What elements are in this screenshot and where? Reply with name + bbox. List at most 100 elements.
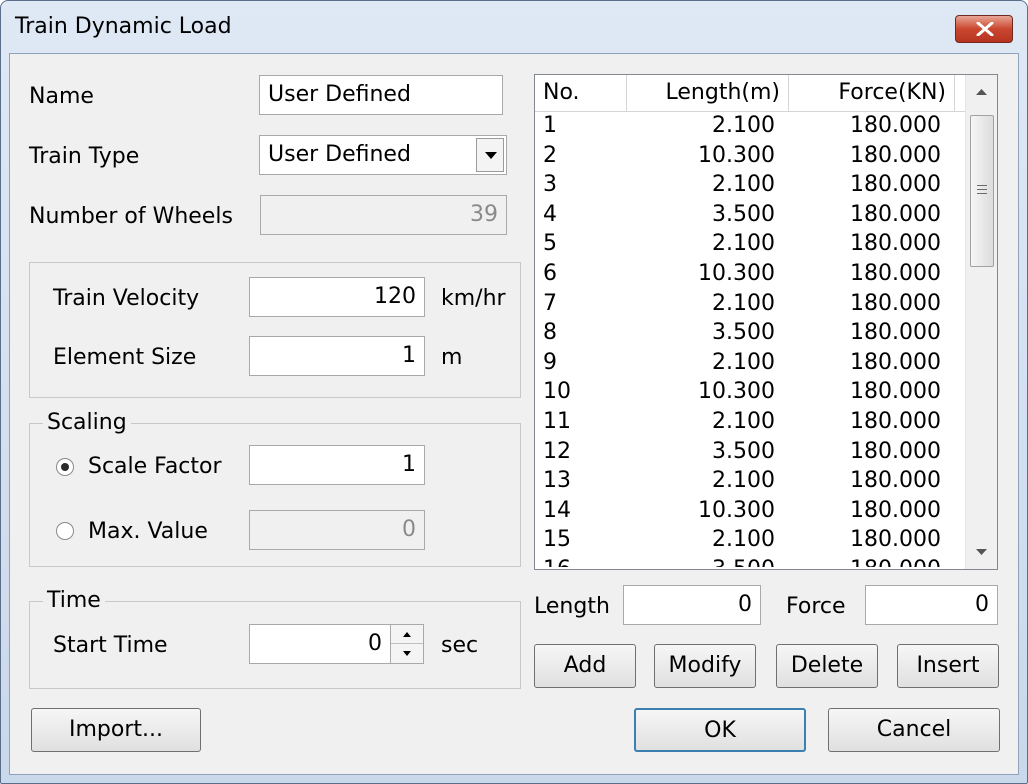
cell-force: 180.000 (789, 555, 941, 567)
cell-length: 10.300 (698, 142, 775, 168)
cell-no: 15 (543, 527, 571, 553)
caret-up-icon[interactable] (976, 89, 987, 95)
cell-no: 2 (543, 142, 557, 168)
column-header-no[interactable]: No. (535, 75, 627, 111)
column-header-force[interactable]: Force(KN) (789, 75, 955, 111)
train-type-selected-value: User Defined (268, 142, 411, 167)
cell-length: 2.100 (712, 349, 775, 375)
train-velocity-label: Train Velocity (53, 286, 200, 311)
table-row[interactable]: 10 10.300 180.000 (535, 377, 965, 407)
modify-button[interactable]: Modify (654, 644, 756, 688)
cell-force: 180.000 (850, 409, 941, 434)
train-dynamic-load-dialog: Train Dynamic Load Name User Defined Tra… (0, 0, 1028, 784)
train-type-label: Train Type (29, 144, 140, 169)
scale-factor-input[interactable]: 1 (249, 445, 425, 485)
scale-factor-label[interactable]: Scale Factor (88, 454, 222, 479)
cell-no: 6 (543, 261, 557, 286)
cell-length: 3.500 (712, 438, 775, 464)
delete-button[interactable]: Delete (776, 644, 878, 688)
table-row[interactable]: 9 2.100 180.000 (535, 348, 965, 378)
table-row[interactable]: 11 2.100 180.000 (535, 407, 965, 437)
element-size-input[interactable]: 1 (249, 336, 425, 376)
number-of-wheels-field: 39 (260, 195, 507, 235)
cell-no: 9 (543, 349, 557, 375)
wheel-load-list[interactable]: No. Length(m) Force(KN) 1 2.100 180.000 2 10… (534, 74, 998, 570)
import-button[interactable]: Import... (31, 708, 201, 752)
train-velocity-input[interactable]: 120 (249, 277, 425, 317)
table-row[interactable]: 163.500 180.000 (535, 555, 965, 567)
start-time-input[interactable]: 0 (249, 624, 391, 664)
cell-force: 180.000 (850, 320, 941, 346)
element-size-unit: m (441, 345, 463, 370)
scale-factor-radio[interactable] (56, 458, 74, 476)
cell-no: 11 (543, 409, 571, 434)
table-row[interactable]: 14 10.300 180.000 (535, 496, 965, 526)
close-button[interactable] (955, 15, 1013, 43)
cell-force: 180.000 (850, 142, 941, 168)
table-row[interactable]: 1 2.100 180.000 (535, 111, 965, 141)
table-row[interactable]: 5 2.100 180.000 (535, 229, 965, 259)
start-time-label: Start Time (53, 633, 168, 658)
cell-no: 5 (543, 231, 557, 257)
cell-length: 10.300 (698, 379, 775, 405)
cell-no: 16 (543, 555, 627, 567)
cell-length: 2.100 (712, 113, 775, 138)
cell-force: 180.000 (850, 231, 941, 257)
cell-force: 180.000 (850, 290, 941, 316)
ok-button[interactable]: OK (634, 708, 806, 752)
caret-down-icon[interactable] (976, 549, 987, 555)
title-bar: Train Dynamic Load (1, 1, 1027, 53)
cell-force: 180.000 (850, 201, 941, 227)
element-size-label: Element Size (53, 345, 197, 370)
train-type-select[interactable]: User Defined (259, 135, 507, 175)
scaling-group-legend: Scaling (43, 410, 131, 435)
table-row[interactable]: 8 3.500 180.000 (535, 318, 965, 348)
table-row[interactable]: 2 10.300 180.000 (535, 141, 965, 171)
cell-length: 2.100 (712, 231, 775, 257)
max-value-radio[interactable] (56, 522, 74, 540)
name-input[interactable]: User Defined (259, 75, 503, 115)
cell-no: 8 (543, 320, 557, 346)
force-input[interactable]: 0 (865, 585, 998, 625)
train-type-dropdown-button[interactable] (476, 138, 504, 172)
spin-down-button[interactable] (391, 644, 423, 663)
length-input[interactable]: 0 (623, 585, 761, 625)
chevron-down-icon (485, 152, 497, 159)
force-label: Force (786, 594, 846, 619)
table-row[interactable]: 4 3.500 180.000 (535, 200, 965, 230)
max-value-input: 0 (249, 510, 425, 550)
name-label: Name (29, 84, 94, 109)
table-row[interactable]: 13 2.100 180.000 (535, 466, 965, 496)
spin-up-button[interactable] (391, 625, 423, 644)
table-row[interactable]: 7 2.100 180.000 (535, 289, 965, 319)
table-row[interactable]: 15 2.100 180.000 (535, 525, 965, 555)
add-button[interactable]: Add (534, 644, 636, 688)
cell-length: 2.100 (712, 172, 775, 198)
insert-button[interactable]: Insert (897, 644, 999, 688)
cell-length: 10.300 (698, 261, 775, 286)
number-of-wheels-label: Number of Wheels (29, 204, 233, 229)
scrollbar-thumb[interactable] (970, 115, 994, 267)
cell-no: 1 (543, 113, 557, 138)
scrollbar-grip (977, 193, 987, 194)
cell-force: 180.000 (850, 527, 941, 553)
cell-no: 13 (543, 468, 571, 494)
cell-no: 4 (543, 201, 557, 227)
list-header: No. Length(m) Force(KN) (535, 75, 965, 112)
dialog-client-area: Name User Defined Train Type User Define… (9, 53, 1019, 775)
close-icon (976, 22, 994, 36)
cell-force: 180.000 (850, 349, 941, 375)
train-velocity-unit: km/hr (441, 286, 506, 311)
table-row[interactable]: 6 10.300 180.000 (535, 259, 965, 289)
column-header-length[interactable]: Length(m) (627, 75, 789, 111)
cell-no: 12 (543, 438, 571, 464)
cell-length: 3.500 (712, 201, 775, 227)
table-row[interactable]: 12 3.500 180.000 (535, 437, 965, 467)
table-row[interactable]: 3 2.100 180.000 (535, 170, 965, 200)
cell-no: 3 (543, 172, 557, 198)
start-time-spinner[interactable] (390, 624, 424, 664)
window-title: Train Dynamic Load (15, 14, 232, 39)
cancel-button[interactable]: Cancel (828, 708, 1000, 752)
list-vertical-scrollbar[interactable] (965, 75, 997, 569)
max-value-label[interactable]: Max. Value (88, 519, 208, 544)
